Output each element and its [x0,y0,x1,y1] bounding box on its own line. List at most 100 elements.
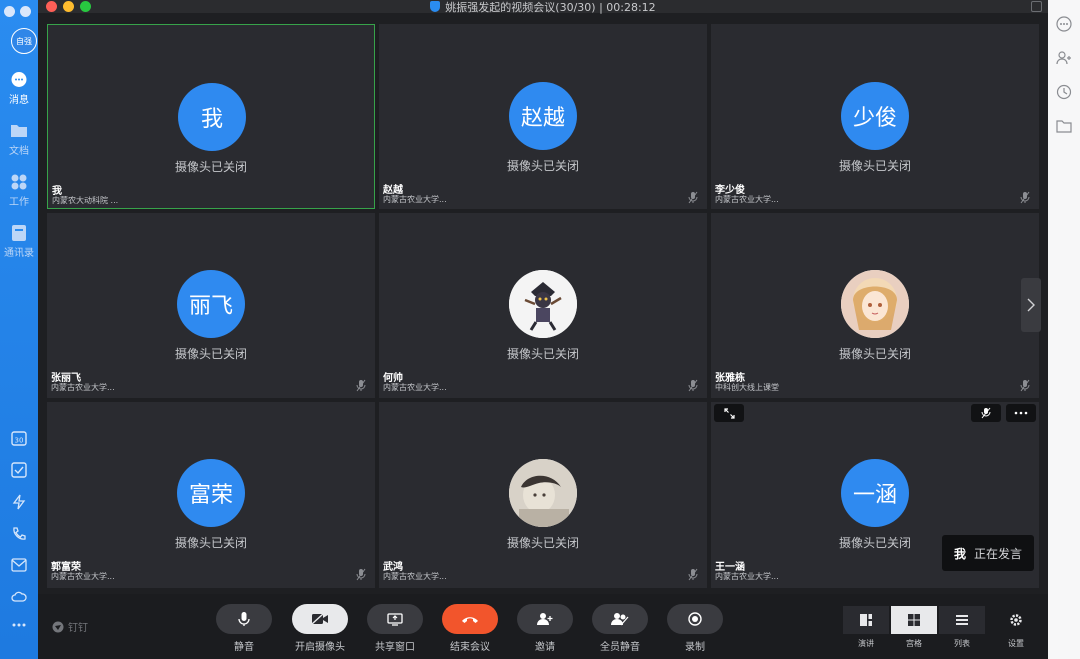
phone-icon[interactable] [0,526,38,542]
add-person-icon[interactable] [1056,50,1072,66]
history-clock-icon[interactable] [1056,84,1072,100]
title-bar: 姚振强发起的视频会议(30/30) | 00:28:12 [38,0,1048,15]
start-camera-button[interactable]: 开启摄像头 [292,604,348,653]
grid-layout-icon [891,606,937,634]
sidebar-item-docs[interactable]: 文档 [0,121,38,157]
minimize-window-button[interactable] [63,1,74,12]
layout-label: 列表 [954,639,970,648]
participant-tile[interactable]: 摄像头已关闭 何帅 内蒙古农业大学... [379,213,707,398]
mic-muted-icon [687,190,699,204]
participant-tile[interactable]: 我 摄像头已关闭 我 内蒙农大动科院 ... [47,24,375,209]
window-title: 姚振强发起的视频会议(30/30) | 00:28:12 [430,0,656,15]
calendar-icon[interactable]: 30 [0,430,38,446]
end-meeting-button[interactable]: 结束会议 [442,604,498,653]
mic-muted-icon [355,567,367,581]
chat-icon [9,70,29,90]
cloud-icon[interactable] [0,589,38,603]
user-avatar[interactable]: 自强 [11,28,37,54]
participant-tile[interactable]: 富荣 摄像头已关闭 郭富荣 内蒙古农业大学... [47,402,375,588]
more-options-icon[interactable] [1006,404,1036,422]
more-dots-icon[interactable] [0,622,38,628]
button-label: 共享窗口 [375,642,415,653]
fullscreen-icon[interactable] [1031,1,1042,12]
camera-off-status: 摄像头已关闭 [506,536,579,550]
mic-muted-button[interactable] [971,404,1001,422]
mute-all-button[interactable]: 全员静音 [592,604,648,653]
participant-tile[interactable]: 摄像头已关闭 张雅栋 中科创大线上课堂 [711,213,1039,398]
participant-avatar-image [509,459,577,527]
window-title-text: 姚振强发起的视频会议(30/30) | 00:28:12 [445,0,656,14]
sidebar-item-work[interactable]: 工作 [0,172,38,208]
participant-avatar: 少俊 [841,82,909,150]
mute-all-icon [592,604,648,634]
close-window-button[interactable] [46,1,57,12]
layout-list-button[interactable]: 列表 [939,606,985,649]
sidebar-item-label: 通讯录 [4,248,34,259]
invite-button[interactable]: 邀请 [517,604,573,653]
list-layout-icon [939,606,985,634]
maximize-window-button[interactable] [80,1,91,12]
participant-avatar: 我 [178,83,246,151]
window-controls-secondary [4,6,31,17]
camera-icon [292,604,348,634]
participant-avatar-image [841,270,909,338]
meeting-toolbar: 钉钉 静音 开启摄像头 共享窗口 结束会议 邀请 全员静音 录制 演讲 宫格 列… [38,594,1048,659]
participant-tile[interactable]: 丽飞 摄像头已关闭 张丽飞 内蒙古农业大学... [47,213,375,398]
gear-icon [993,606,1039,634]
button-label: 开启摄像头 [295,642,345,653]
participant-tile[interactable]: 少俊 摄像头已关闭 李少俊 内蒙古农业大学... [711,24,1039,209]
sidebar-item-label: 工作 [9,197,29,208]
participant-tile[interactable]: 赵越 摄像头已关闭 赵越 内蒙古农业大学... [379,24,707,209]
camera-off-status: 摄像头已关闭 [838,159,911,173]
sidebar-item-label: 文档 [9,146,29,157]
folder-icon [9,121,29,141]
shield-icon [430,1,441,12]
sidebar-item-label: 消息 [9,95,29,106]
speaking-indicator: 我 正在发言 [942,535,1034,571]
layout-grid-button[interactable]: 宫格 [891,606,937,649]
sidebar-item-messages[interactable]: 消息 [0,70,38,106]
window-controls [46,1,91,12]
participant-org: 内蒙古农业大学... [715,572,779,581]
participant-org: 内蒙古农业大学... [715,195,779,204]
participant-org: 内蒙农大动科院 ... [52,196,119,205]
screen-share-icon [367,604,423,634]
layout-speaker-button[interactable]: 演讲 [843,606,889,649]
camera-off-status: 摄像头已关闭 [838,347,911,361]
participant-avatar: 富荣 [177,459,245,527]
camera-off-status: 摄像头已关闭 [174,347,247,361]
mute-button[interactable]: 静音 [216,604,272,653]
participant-org: 内蒙古农业大学... [51,572,115,581]
todo-check-icon[interactable] [0,462,38,478]
share-window-button[interactable]: 共享窗口 [367,604,423,653]
settings-button[interactable]: 设置 [993,606,1039,649]
sidebar-item-contacts[interactable]: 通讯录 [0,223,38,259]
mail-icon[interactable] [0,558,38,572]
participant-avatar: 赵越 [509,82,577,150]
dingtalk-logo-icon [52,621,64,632]
layout-label: 演讲 [858,639,874,648]
camera-off-status: 摄像头已关闭 [174,536,247,550]
participant-org: 中科创大线上课堂 [715,383,779,392]
microphone-icon [216,604,272,634]
settings-label: 设置 [1008,639,1024,648]
participant-avatar: 一涵 [841,459,909,527]
layout-label: 宫格 [906,639,922,648]
participant-tile[interactable]: 摄像头已关闭 武鸿 内蒙古农业大学... [379,402,707,588]
button-label: 录制 [685,642,705,653]
participant-avatar-image [509,270,577,338]
flash-icon[interactable] [0,494,38,510]
svg-text:30: 30 [15,437,24,445]
more-icon[interactable] [1056,16,1072,32]
mic-muted-icon [687,378,699,392]
participant-org: 内蒙古农业大学... [383,195,447,204]
file-folder-icon[interactable] [1056,118,1072,134]
button-label: 邀请 [535,642,555,653]
left-sidebar: 自强 消息 文档 工作 通讯录 30 [0,0,38,659]
record-button[interactable]: 录制 [667,604,723,653]
speaker-name: 我 [954,546,967,561]
next-page-button[interactable] [1021,278,1041,332]
expand-icon[interactable] [714,404,744,422]
mic-muted-icon [1019,378,1031,392]
brand-label: 钉钉 [68,623,88,634]
